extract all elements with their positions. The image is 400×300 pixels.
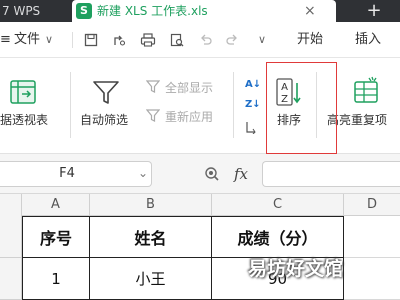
column-headers: A B C D	[0, 194, 400, 216]
empty-cell[interactable]	[344, 258, 400, 300]
table-cell-name[interactable]: 小王	[90, 258, 212, 300]
column-header-d[interactable]: D	[344, 194, 400, 216]
file-menu[interactable]: 文件	[14, 22, 40, 58]
formula-input[interactable]	[262, 161, 400, 187]
spreadsheet-file-icon: S	[76, 3, 92, 19]
save-icon[interactable]	[84, 33, 98, 47]
close-tab-icon[interactable]: ×	[304, 0, 316, 22]
fx-icon[interactable]: fx	[234, 154, 248, 194]
filter-icon[interactable]	[92, 80, 120, 106]
sort-highlight-box	[266, 62, 337, 154]
wps-home-tab[interactable]: 7 WPS	[0, 0, 68, 22]
column-header-c[interactable]: C	[212, 194, 344, 216]
row-header[interactable]	[0, 258, 22, 300]
document-tab[interactable]: S 新建 XLS 工作表.xls ×	[72, 0, 336, 22]
watermark: 易坊好文馆	[248, 258, 344, 280]
custom-sort-icon[interactable]	[245, 120, 257, 134]
new-tab-button[interactable]: +	[348, 0, 400, 22]
divider	[70, 72, 71, 138]
quick-access-chevron-icon[interactable]: ∨	[258, 22, 266, 58]
select-all-corner[interactable]	[0, 194, 22, 216]
name-box[interactable]: F4 ⌄	[0, 161, 152, 187]
reapply-label[interactable]: 重新应用	[165, 110, 213, 124]
export-icon[interactable]	[112, 33, 126, 47]
show-all-filter-icon[interactable]	[146, 80, 160, 93]
pivot-table-label[interactable]: 据透视表	[0, 113, 48, 127]
sort-ascending-icon[interactable]: A↓	[245, 78, 261, 92]
header-cell-name[interactable]: 姓名	[90, 217, 212, 258]
pivot-table-icon[interactable]	[10, 80, 36, 104]
cell-reference: F4	[59, 166, 75, 181]
header-cell-index[interactable]: 序号	[23, 217, 90, 258]
undo-icon[interactable]	[199, 33, 213, 47]
divider	[72, 32, 73, 48]
tab-insert[interactable]: 插入	[355, 22, 381, 58]
formula-bar: F4 ⌄ fx	[0, 154, 400, 194]
print-icon[interactable]	[140, 33, 156, 47]
column-header-b[interactable]: B	[90, 194, 212, 216]
divider	[233, 72, 234, 138]
title-bar: 7 WPS S 新建 XLS 工作表.xls × +	[0, 0, 400, 22]
highlight-duplicates-icon[interactable]	[352, 76, 380, 104]
tab-home[interactable]: 开始	[297, 22, 323, 58]
row-header[interactable]	[0, 216, 22, 258]
show-all-label[interactable]: 全部显示	[165, 81, 213, 95]
print-preview-icon[interactable]	[170, 33, 184, 47]
table-cell-index[interactable]: 1	[23, 258, 90, 300]
ribbon-data-tab: 据透视表 自动筛选 全部显示 重新应用 A↓ Z↓ A Z 排序 高亮重复项	[0, 58, 400, 154]
file-menu-chevron-icon[interactable]: ∨	[45, 22, 53, 58]
empty-cell[interactable]	[344, 216, 400, 258]
name-box-dropdown-icon[interactable]: ⌄	[138, 162, 148, 186]
column-header-a[interactable]: A	[22, 194, 90, 216]
header-cell-score[interactable]: 成绩（分）	[212, 217, 344, 258]
document-tab-title: 新建 XLS 工作表.xls	[97, 4, 208, 18]
redo-icon[interactable]	[225, 33, 239, 47]
autofilter-label[interactable]: 自动筛选	[80, 113, 128, 127]
menu-bar: ≡ 文件 ∨ ∨ 开始 插入	[0, 22, 400, 58]
reapply-filter-icon[interactable]	[146, 109, 160, 122]
menu-icon[interactable]: ≡	[0, 22, 11, 58]
sort-descending-icon[interactable]: Z↓	[245, 98, 261, 112]
zoom-icon[interactable]	[204, 166, 220, 182]
